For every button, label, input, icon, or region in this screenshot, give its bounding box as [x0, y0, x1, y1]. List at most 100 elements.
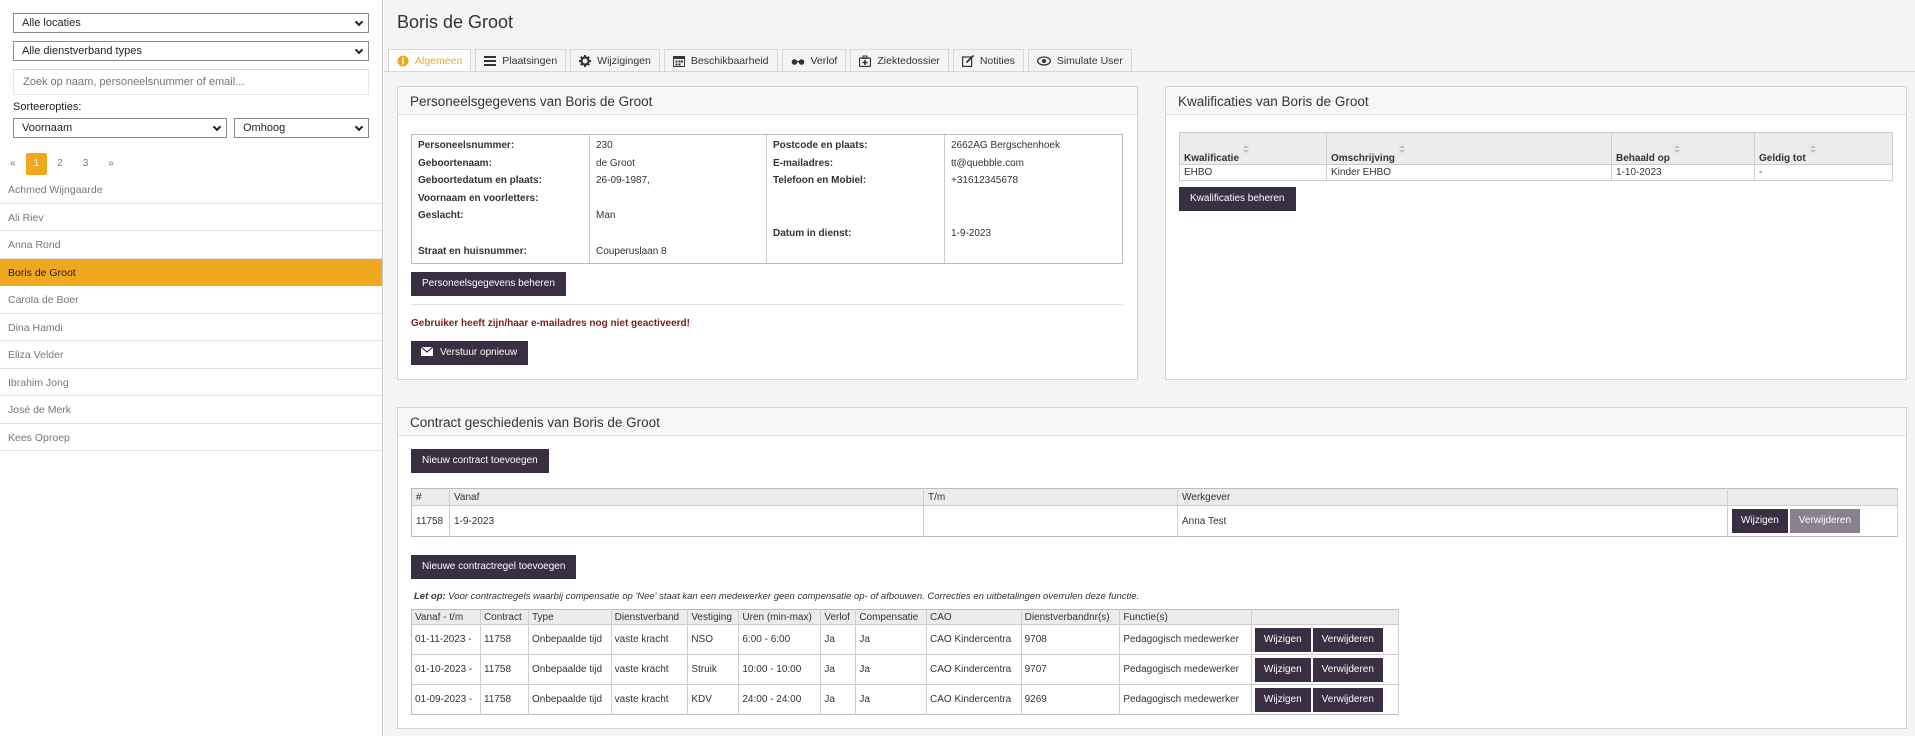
cell-vestiging: Struik — [687, 654, 740, 685]
value-personeelsnummer: 230 — [596, 140, 613, 151]
delete-rule-button[interactable]: Verwijderen — [1312, 657, 1383, 682]
main-content: Boris de Groot Algemeen Plaatsingen Wijz… — [384, 0, 1915, 736]
pagination-page-2[interactable]: 2 — [47, 153, 73, 175]
divider — [411, 304, 1123, 305]
edit-rule-button[interactable]: Wijzigen — [1254, 627, 1311, 652]
pagination-prev[interactable]: « — [0, 153, 26, 175]
contract-table: # Vanaf T/m Werkgever 11758 1-9-2023 Ann… — [411, 488, 1898, 537]
table-row: 11758 1-9-2023 Anna Test Wijzigen Verwijd… — [411, 505, 1898, 537]
delete-contract-button[interactable]: Verwijderen — [1789, 509, 1861, 533]
table-row: 01-10-2023 - 11758 Onbepaalde tijd vaste… — [411, 654, 1400, 685]
label-empty — [773, 207, 938, 225]
col-omschrijving[interactable]: Omschrijving — [1326, 132, 1612, 165]
cell-compensatie: Ja — [855, 624, 928, 655]
cell-contract: 11758 — [480, 654, 529, 685]
email-warning: Gebruiker heeft zijn/haar e-mailadres no… — [411, 318, 690, 329]
sort-icon — [1673, 145, 1680, 154]
table-row: 01-11-2023 - 11758 Onbepaalde tijd vaste… — [411, 624, 1400, 655]
qualifications-table: Kwalificatie Omschrijving Behaald op Gel… — [1179, 132, 1893, 181]
cell-functies: Pedagogisch medewerker — [1119, 624, 1252, 655]
pagination-page-3[interactable]: 3 — [73, 153, 99, 175]
sort-direction-value: Omhoog — [243, 122, 286, 134]
contracts-panel: Contract geschiedenis van Boris de Groot… — [397, 407, 1907, 729]
resend-button[interactable]: Verstuur opnieuw — [411, 341, 529, 365]
tab-algemeen[interactable]: Algemeen — [388, 49, 472, 71]
chevron-down-icon — [354, 17, 364, 27]
personnel-right-values: 2662AG Bergschenhoek tt@quebble.com +316… — [945, 135, 1123, 263]
edit-icon — [961, 54, 974, 67]
search-input[interactable] — [13, 69, 369, 95]
tab-beschikbaarheid[interactable]: Beschikbaarheid — [663, 49, 778, 71]
contract-type-select[interactable]: Alle dienstverband types — [13, 41, 369, 61]
cell-verlof: Ja — [820, 654, 857, 685]
contract-rules-table: Vanaf - t/m Contract Type Dienstverband … — [411, 609, 1400, 715]
employee-list-item[interactable]: Carola de Boer — [0, 286, 382, 314]
employee-list-item[interactable]: Achmed Wijngaarde — [0, 176, 382, 204]
cell-type: Onbepaalde tijd — [528, 624, 612, 655]
employee-list-item[interactable]: José de Merk — [0, 396, 382, 424]
tab-plaatsingen[interactable]: Plaatsingen — [475, 49, 567, 71]
col-kwalificatie[interactable]: Kwalificatie — [1179, 132, 1327, 165]
label-empty — [418, 225, 583, 243]
list-icon — [484, 55, 497, 66]
cell-contract: 11758 — [480, 684, 529, 715]
edit-rule-button[interactable]: Wijzigen — [1254, 657, 1311, 682]
medkit-icon — [859, 55, 872, 67]
col-geldig-tot[interactable]: Geldig tot — [1754, 132, 1893, 165]
employee-list-item[interactable]: Kees Oproep — [0, 423, 382, 451]
label-email: E-mailadres: — [773, 157, 834, 169]
tab-simulate-user[interactable]: Simulate User — [1027, 49, 1132, 71]
cell-vestiging: NSO — [687, 624, 740, 655]
cell-cao: CAO Kindercentra — [926, 654, 1022, 685]
personnel-right-labels: Postcode en plaats: E-mailadres: Telefoo… — [767, 135, 945, 263]
label-straat: Straat en huisnummer: — [418, 245, 527, 257]
cell-uren: 24:00 - 24:00 — [738, 684, 822, 715]
sort-field-select[interactable]: Voornaam — [13, 118, 227, 138]
add-contract-button[interactable]: Nieuw contract toevoegen — [411, 449, 549, 473]
cell-vestiging: KDV — [687, 684, 740, 715]
tab-notities[interactable]: Notities — [952, 49, 1024, 71]
cell-vanaf-tm: 01-11-2023 - — [411, 624, 481, 655]
pagination-next[interactable]: » — [98, 153, 124, 175]
edit-contract-button[interactable]: Wijzigen — [1732, 509, 1788, 533]
cell-omschrijving: Kinder EHBO — [1326, 164, 1612, 181]
qualifications-panel: Kwalificaties van Boris de Groot Kwalifi… — [1165, 86, 1907, 380]
cell-number: 11758 — [411, 505, 450, 537]
personnel-panel: Personeelsgegevens van Boris de Groot Pe… — [397, 86, 1138, 380]
edit-rule-button[interactable]: Wijzigen — [1254, 687, 1311, 712]
tab-wijzigingen[interactable]: Wijzigingen — [570, 49, 660, 71]
cell-uren: 6:00 - 6:00 — [738, 624, 822, 655]
pagination-page-1[interactable]: 1 — [25, 153, 48, 175]
tab-verlof[interactable]: Verlof — [781, 49, 847, 71]
tab-bar: Algemeen Plaatsingen Wijzigingen Beschik… — [388, 49, 1136, 71]
value-empty — [951, 243, 1117, 261]
delete-rule-button[interactable]: Verwijderen — [1312, 627, 1383, 652]
col-behaald-op[interactable]: Behaald op — [1611, 132, 1755, 165]
label-voornaam: Voornaam en voorletters: — [418, 192, 539, 204]
add-contract-rule-button[interactable]: Nieuwe contractregel toevoegen — [411, 555, 577, 579]
tab-ziektedossier[interactable]: Ziektedossier — [850, 49, 949, 71]
chevron-down-icon — [354, 122, 364, 132]
delete-rule-button[interactable]: Verwijderen — [1312, 687, 1383, 712]
employee-list-item[interactable]: Anna Rond — [0, 231, 382, 259]
cell-compensatie: Ja — [855, 684, 928, 715]
manage-qualifications-button[interactable]: Kwalificaties beheren — [1179, 187, 1296, 211]
sort-direction-select[interactable]: Omhoog — [234, 118, 369, 138]
employee-list-item[interactable]: Dina Hamdi — [0, 313, 382, 341]
cell-vanaf-tm: 01-10-2023 - — [411, 654, 481, 685]
location-select[interactable]: Alle locaties — [13, 13, 369, 33]
manage-personnel-button[interactable]: Personeelsgegevens beheren — [411, 272, 566, 296]
pagination: « 1 2 3 » — [0, 153, 124, 175]
col-functies: Functie(s) — [1119, 609, 1252, 625]
employee-list-item[interactable]: Eliza Velder — [0, 341, 382, 369]
employee-list-item-selected[interactable]: Boris de Groot — [0, 258, 382, 286]
cell-uren: 10:00 - 10:00 — [738, 654, 822, 685]
employee-list-item[interactable]: Ali Riev — [0, 203, 382, 231]
cell-actions: Wijzigen Verwijderen — [1727, 505, 1898, 537]
personnel-left-values: 230 de Groot 26-09-1987, Man Couperuslaa… — [590, 135, 767, 263]
employee-list-item[interactable]: Ibrahim Jong — [0, 368, 382, 396]
col-dienstverband: Dienstverband — [611, 609, 689, 625]
value-telefoon: +31612345678 — [951, 175, 1019, 187]
qualifications-panel-title: Kwalificaties van Boris de Groot — [1166, 87, 1906, 115]
cell-verlof: Ja — [820, 684, 857, 715]
